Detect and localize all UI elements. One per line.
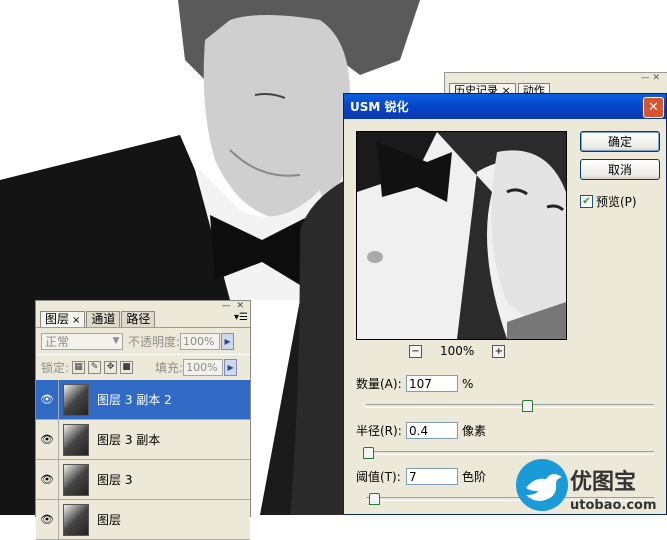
layer-thumbnail — [63, 503, 89, 536]
layer-row[interactable]: 👁 图层 3 — [36, 460, 250, 500]
layer-row[interactable]: 👁 图层 — [36, 500, 250, 540]
preview-window[interactable] — [356, 131, 567, 340]
amount-label: 数量(A): — [356, 377, 402, 391]
fill-input[interactable]: 100% — [183, 359, 224, 376]
amount-input[interactable] — [406, 375, 458, 392]
watermark: 优图宝 utobao.com — [512, 455, 667, 515]
tab-close-icon[interactable]: × — [72, 315, 80, 326]
layer-row[interactable]: 👁 图层 3 副本 2 — [36, 380, 250, 420]
threshold-unit: 色阶 — [462, 470, 487, 484]
layer-name: 图层 — [97, 513, 122, 527]
unsharp-mask-dialog: USM 锐化 ✕ 确定 取消 ✔ 预览(P) − 100% + 数量(A): 1… — [343, 93, 667, 515]
cancel-button[interactable]: 取消 — [580, 159, 660, 180]
amount-unit: % — [462, 376, 474, 391]
amount-field: 数量(A): % — [356, 375, 473, 392]
watermark-logo: 优图宝 utobao.com — [516, 459, 657, 513]
radius-field: 半径(R): 像素 — [356, 422, 486, 439]
fill-label: 填充: — [155, 361, 184, 375]
minimize-icon[interactable]: — — [221, 301, 230, 311]
tab-paths[interactable]: 路径 — [121, 311, 156, 327]
watermark-url: utobao.com — [570, 498, 657, 513]
ok-button[interactable]: 确定 — [580, 131, 660, 152]
eye-icon[interactable]: 👁 — [36, 380, 59, 419]
preview-checkbox[interactable]: ✔ 预览(P) — [580, 193, 637, 210]
threshold-input[interactable] — [406, 468, 458, 485]
close-icon[interactable]: ✕ — [643, 97, 664, 118]
amount-slider-track[interactable] — [366, 404, 654, 408]
eye-icon[interactable]: 👁 — [36, 500, 59, 539]
photoshop-workspace: — ✕ 历史记录 × 动作 — ✕ 图层 × 通道 路径 ▾☰ 正常 ▼ 不透明度… — [0, 0, 667, 540]
minimize-icon[interactable]: — — [641, 73, 650, 83]
lock-move-icon[interactable]: ✥ — [104, 361, 118, 374]
opacity-slider-arrow-icon[interactable]: ▶ — [221, 332, 235, 350]
radius-unit: 像素 — [462, 424, 487, 438]
eye-icon[interactable]: 👁 — [36, 420, 59, 459]
layers-panel-controls: — ✕ — [36, 301, 250, 311]
history-panel-controls: — ✕ — [445, 73, 667, 83]
opacity-input[interactable]: 100% — [180, 332, 221, 350]
close-icon[interactable]: ✕ — [652, 73, 660, 83]
preview-image — [357, 132, 566, 339]
layers-panel-tabs: 图层 × 通道 路径 ▾☰ — [36, 310, 250, 328]
fill-slider-arrow-icon[interactable]: ▶ — [224, 359, 238, 376]
lock-brush-icon[interactable]: ✎ — [88, 361, 102, 374]
zoom-in-icon[interactable]: + — [492, 344, 506, 358]
threshold-field: 阈值(T): 色阶 — [356, 468, 486, 485]
lock-all-icon[interactable]: ■ — [120, 361, 134, 374]
layer-name: 图层 3 — [97, 473, 133, 487]
layer-thumbnail — [63, 463, 89, 496]
tab-channels[interactable]: 通道 — [86, 311, 121, 327]
radius-input[interactable] — [406, 422, 458, 439]
dialog-title: USM 锐化 — [344, 94, 666, 119]
zoom-controls: − 100% + — [409, 344, 506, 358]
radius-label: 半径(R): — [356, 424, 402, 438]
close-icon[interactable]: ✕ — [236, 301, 244, 311]
layer-thumbnail — [63, 383, 89, 416]
lock-label: 锁定: — [41, 361, 70, 375]
layers-panel: — ✕ 图层 × 通道 路径 ▾☰ 正常 ▼ 不透明度: 100% ▶ 锁定: ▦… — [35, 300, 251, 540]
amount-slider-handle[interactable] — [522, 400, 533, 412]
blend-mode-select[interactable]: 正常 ▼ — [41, 332, 123, 350]
eye-icon[interactable]: 👁 — [36, 460, 59, 499]
lock-transparency-icon[interactable]: ▦ — [72, 361, 86, 374]
watermark-text: 优图宝 — [570, 469, 636, 495]
preview-checkbox-label: 预览(P) — [596, 195, 637, 209]
layer-row[interactable]: 👁 图层 3 副本 — [36, 420, 250, 460]
panel-menu-icon[interactable]: ▾☰ — [234, 312, 248, 323]
threshold-label: 阈值(T): — [356, 470, 401, 484]
opacity-label: 不透明度: — [128, 334, 181, 349]
layer-name: 图层 3 副本 — [97, 433, 161, 447]
zoom-level: 100% — [440, 344, 475, 358]
zoom-out-icon[interactable]: − — [409, 344, 422, 358]
radius-slider-handle[interactable] — [363, 447, 374, 459]
tab-layers[interactable]: 图层 × — [40, 311, 86, 327]
layer-list: 👁 图层 3 副本 2 👁 图层 3 副本 👁 图层 3 👁 图层 — [36, 380, 250, 540]
threshold-slider-handle[interactable] — [369, 493, 380, 505]
chevron-down-icon: ▼ — [112, 336, 120, 346]
layer-thumbnail — [63, 423, 89, 456]
checkmark-icon: ✔ — [580, 195, 593, 208]
layer-name: 图层 3 副本 2 — [97, 393, 172, 407]
